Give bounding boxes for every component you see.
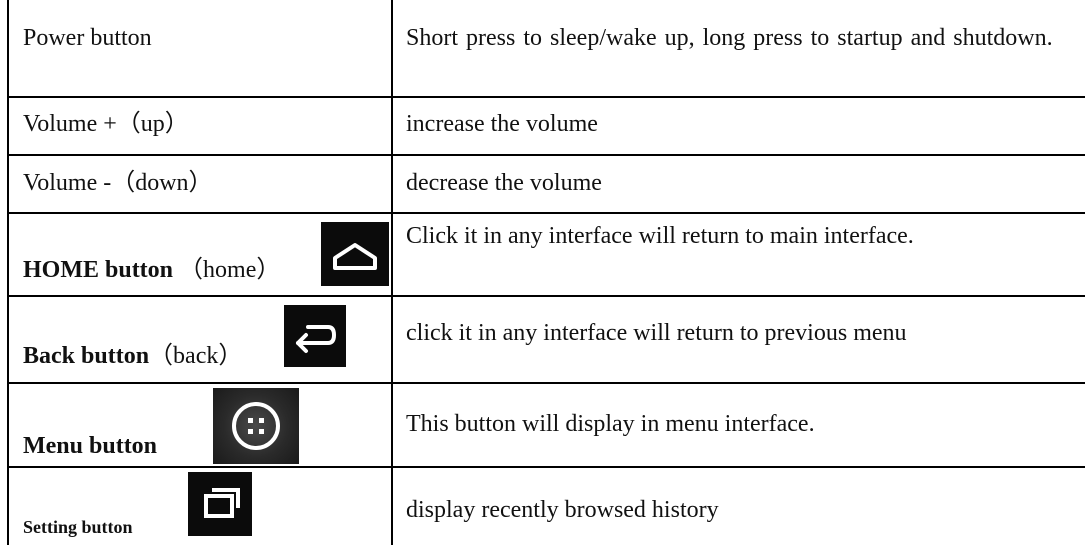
label-cell: Volume -（down） (9, 156, 393, 212)
back-button-suffix: （back） (149, 343, 243, 369)
table-row-power: Power button Short press to sleep/wake u… (9, 0, 1085, 98)
home-button-suffix: （home） (179, 257, 281, 283)
home-button-label: HOME button （home） (23, 254, 280, 286)
description-cell: click it in any interface will return to… (393, 297, 1085, 382)
label-cell: Power button (9, 0, 393, 96)
home-button-description: Click it in any interface will return to… (406, 223, 914, 249)
table-row-setting: Setting button display recently browsed … (9, 468, 1085, 545)
home-button-name: HOME button (23, 257, 174, 283)
table-row-volume-up: Volume +（up） increase the volume (9, 98, 1085, 156)
description-cell: Click it in any interface will return to… (393, 214, 1085, 295)
label-cell: Setting button (9, 468, 393, 545)
description-cell: increase the volume (393, 98, 1085, 154)
description-cell: display recently browsed history (393, 468, 1085, 545)
back-arrow-icon (284, 305, 346, 367)
home-icon (321, 222, 389, 286)
description-cell: Short press to sleep/wake up, long press… (393, 0, 1085, 96)
table-row-home: HOME button （home） Click it in any inter… (9, 214, 1085, 297)
volume-up-label: Volume +（up） (23, 111, 189, 137)
button-function-table: Power button Short press to sleep/wake u… (7, 0, 1085, 545)
back-button-name: Back button (23, 343, 150, 369)
volume-down-description: decrease the volume (406, 170, 602, 196)
menu-button-description: This button will display in menu interfa… (406, 411, 815, 437)
table-row-back: Back button（back） click it in any interf… (9, 297, 1085, 384)
setting-button-label: Setting button (23, 517, 133, 537)
label-cell: Volume +（up） (9, 98, 393, 154)
recent-apps-icon (188, 472, 252, 536)
power-button-label: Power button (23, 25, 152, 51)
description-cell: decrease the volume (393, 156, 1085, 212)
menu-grid-icon (213, 388, 299, 464)
description-cell: This button will display in menu interfa… (393, 384, 1085, 466)
setting-button-description: display recently browsed history (406, 497, 719, 523)
label-cell: HOME button （home） (9, 214, 393, 295)
table-row-menu: Menu button This button will display in … (9, 384, 1085, 468)
volume-up-description: increase the volume (406, 111, 598, 137)
back-button-description: click it in any interface will return to… (406, 320, 907, 346)
volume-down-label: Volume -（down） (23, 170, 213, 196)
back-button-label: Back button（back） (23, 340, 242, 372)
label-cell: Back button（back） (9, 297, 393, 382)
menu-button-label: Menu button (23, 433, 158, 459)
table-row-volume-down: Volume -（down） decrease the volume (9, 156, 1085, 214)
power-button-description: Short press to sleep/wake up, long press… (406, 25, 1053, 51)
label-cell: Menu button (9, 384, 393, 466)
